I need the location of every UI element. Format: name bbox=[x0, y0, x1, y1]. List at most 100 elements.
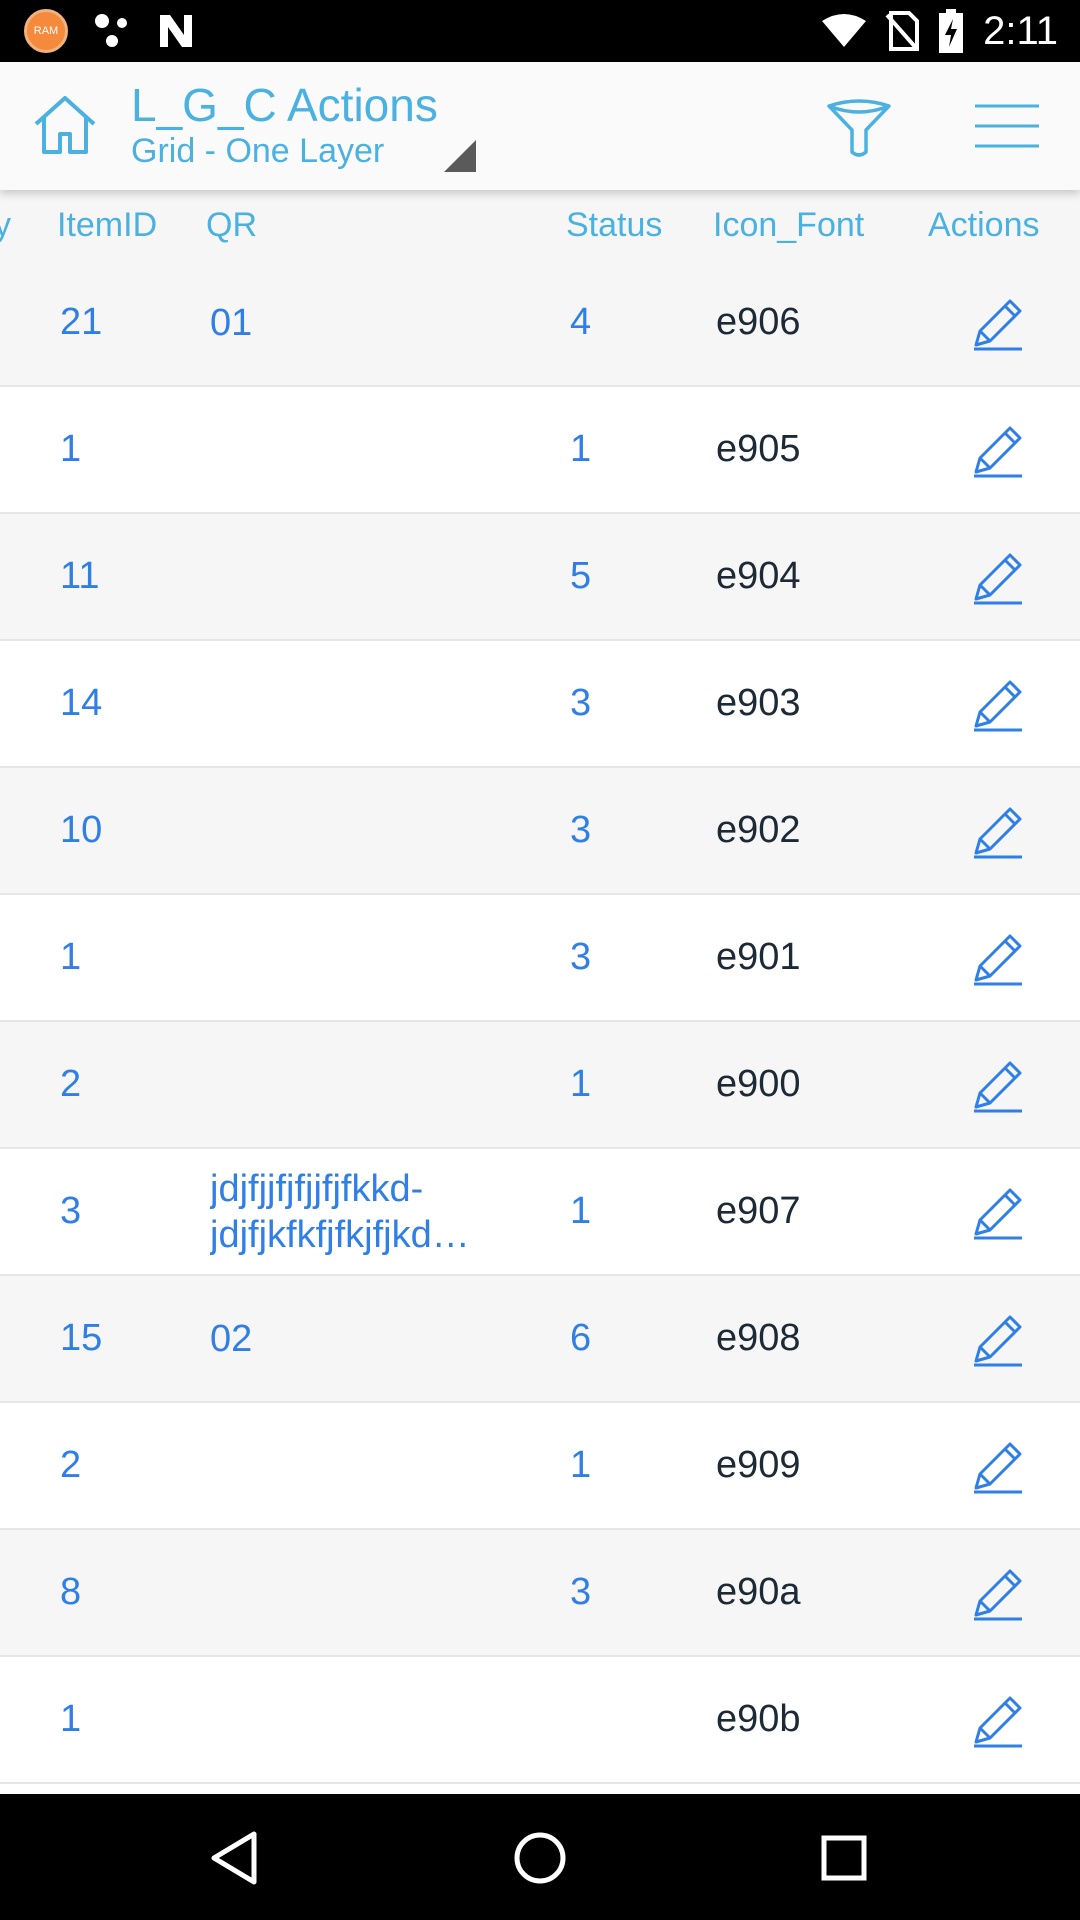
edit-pencil-icon[interactable] bbox=[970, 387, 1026, 512]
column-header-itemid[interactable]: ItemID bbox=[57, 206, 157, 245]
edit-pencil-icon[interactable] bbox=[970, 1657, 1026, 1782]
edit-pencil-icon[interactable] bbox=[970, 260, 1026, 385]
dots-icon bbox=[95, 14, 127, 47]
page-title: L_G_C Actions bbox=[131, 79, 438, 131]
table-row[interactable]: 10 3 e902 bbox=[0, 768, 1080, 895]
edit-pencil-icon[interactable] bbox=[970, 1149, 1026, 1274]
table-row[interactable]: 3 jdjfjjfjfjjfjfkkd-jdjfjkfkfjfkjfjkd… 1 e9… bbox=[0, 1149, 1080, 1276]
cell-qr bbox=[210, 1403, 490, 1528]
table-row[interactable]: 2 1 e909 bbox=[0, 1403, 1080, 1530]
cell-itemid: 21 bbox=[60, 301, 103, 343]
no-sim-icon bbox=[885, 11, 920, 51]
cell-status: 3 bbox=[570, 936, 592, 978]
table-row[interactable]: 1 1 e905 bbox=[0, 387, 1080, 514]
cell-qr-line: 02 bbox=[210, 1317, 253, 1360]
cell-status: 3 bbox=[570, 1571, 592, 1613]
cell-itemid: 15 bbox=[60, 1317, 103, 1359]
status-system: 2:11 bbox=[821, 6, 1058, 56]
cell-qr bbox=[210, 1530, 490, 1655]
cell-itemid: 1 bbox=[60, 428, 82, 470]
cell-icon-font: e90b bbox=[716, 1698, 801, 1740]
cell-itemid: 10 bbox=[60, 809, 103, 851]
cell-qr bbox=[210, 514, 490, 639]
menu-icon[interactable] bbox=[975, 102, 1039, 150]
table-body: 21 01 4 e906 1 1 e905 11 5 e904 14 3 e903 10 3 e902 1 3 e9… bbox=[0, 260, 1080, 1784]
cell-icon-font: e900 bbox=[716, 1063, 801, 1105]
column-header-icon-font[interactable]: Icon_Font bbox=[713, 206, 864, 245]
edit-pencil-icon[interactable] bbox=[970, 1022, 1026, 1147]
cell-icon-font: e90a bbox=[716, 1571, 801, 1613]
cell-icon-font: e904 bbox=[716, 555, 801, 597]
cell-status: 1 bbox=[570, 1444, 592, 1486]
home-icon[interactable] bbox=[30, 90, 100, 160]
table-row[interactable]: 8 3 e90a bbox=[0, 1530, 1080, 1657]
cell-status: 1 bbox=[570, 1190, 592, 1232]
cell-itemid: 1 bbox=[60, 936, 82, 978]
column-header-actions: Actions bbox=[928, 206, 1040, 244]
cell-qr bbox=[210, 641, 490, 766]
recents-icon[interactable] bbox=[814, 1828, 874, 1888]
cell-icon-font: e907 bbox=[716, 1190, 801, 1232]
status-bar: RAM 2:11 bbox=[0, 0, 1080, 62]
cell-itemid: 11 bbox=[60, 555, 100, 597]
n-icon bbox=[160, 15, 192, 47]
cell-icon-font: e905 bbox=[716, 428, 801, 470]
cell-qr-line: jdjfjjfjfjjfjfkkd- bbox=[210, 1167, 424, 1210]
cell-itemid: 2 bbox=[60, 1063, 82, 1105]
table-row[interactable]: 11 5 e904 bbox=[0, 514, 1080, 641]
ram-label: RAM bbox=[33, 25, 59, 37]
back-icon[interactable] bbox=[206, 1828, 266, 1888]
cell-qr bbox=[210, 1657, 490, 1782]
cell-status: 4 bbox=[570, 301, 592, 343]
cell-qr: jdjfjjfjfjjfjfkkd-jdjfjkfkfjfkjfjkd… bbox=[210, 1149, 490, 1274]
cell-status: 3 bbox=[570, 682, 592, 724]
cell-qr-line: 01 bbox=[210, 301, 253, 344]
cell-icon-font: e909 bbox=[716, 1444, 801, 1486]
table-row[interactable]: 1 3 e901 bbox=[0, 895, 1080, 1022]
edit-pencil-icon[interactable] bbox=[970, 1530, 1026, 1655]
edit-pencil-icon[interactable] bbox=[970, 768, 1026, 893]
cell-status: 5 bbox=[570, 555, 592, 597]
cell-qr: 02 bbox=[210, 1276, 490, 1401]
column-header-status[interactable]: Status bbox=[566, 206, 662, 245]
cell-qr bbox=[210, 1022, 490, 1147]
cell-icon-font: e902 bbox=[716, 809, 801, 851]
table-row[interactable]: 2 1 e900 bbox=[0, 1022, 1080, 1149]
status-notifications: RAM bbox=[24, 8, 196, 54]
cell-qr bbox=[210, 895, 490, 1020]
edit-pencil-icon[interactable] bbox=[970, 895, 1026, 1020]
cell-qr bbox=[210, 387, 490, 512]
cell-icon-font: e906 bbox=[716, 301, 801, 343]
dropdown-triangle-icon[interactable] bbox=[444, 140, 476, 172]
edit-pencil-icon[interactable] bbox=[970, 1403, 1026, 1528]
home-circle-icon[interactable] bbox=[510, 1828, 570, 1888]
filter-icon[interactable] bbox=[826, 96, 892, 158]
table-row[interactable]: 14 3 e903 bbox=[0, 641, 1080, 768]
cell-qr: 01 bbox=[210, 260, 490, 385]
table-header: y ItemID QR Status Icon_Font Actions bbox=[0, 190, 1080, 260]
cell-itemid: 3 bbox=[60, 1190, 82, 1232]
column-header-cutoff[interactable]: y bbox=[0, 206, 11, 245]
table-row[interactable]: 1 e90b bbox=[0, 1657, 1080, 1784]
cell-status: 1 bbox=[570, 428, 592, 470]
edit-pencil-icon[interactable] bbox=[970, 1276, 1026, 1401]
cell-icon-font: e903 bbox=[716, 682, 801, 724]
clock: 2:11 bbox=[983, 8, 1058, 53]
edit-pencil-icon[interactable] bbox=[970, 514, 1026, 639]
cell-qr bbox=[210, 768, 490, 893]
navigation-bar bbox=[0, 1794, 1080, 1920]
cell-itemid: 8 bbox=[60, 1571, 82, 1613]
ram-icon: RAM bbox=[24, 9, 68, 53]
table-row[interactable]: 15 02 6 e908 bbox=[0, 1276, 1080, 1403]
cell-itemid: 2 bbox=[60, 1444, 82, 1486]
data-grid[interactable]: y ItemID QR Status Icon_Font Actions 21 0… bbox=[0, 190, 1080, 1794]
cell-status: 1 bbox=[570, 1063, 592, 1105]
edit-pencil-icon[interactable] bbox=[970, 641, 1026, 766]
table-row[interactable]: 21 01 4 e906 bbox=[0, 260, 1080, 387]
cell-icon-font: e901 bbox=[716, 936, 801, 978]
cell-status: 3 bbox=[570, 809, 592, 851]
layer-selector-label[interactable]: Grid - One Layer bbox=[131, 132, 384, 171]
cell-icon-font: e908 bbox=[716, 1317, 801, 1359]
cell-itemid: 1 bbox=[60, 1698, 82, 1740]
column-header-qr[interactable]: QR bbox=[206, 206, 257, 245]
